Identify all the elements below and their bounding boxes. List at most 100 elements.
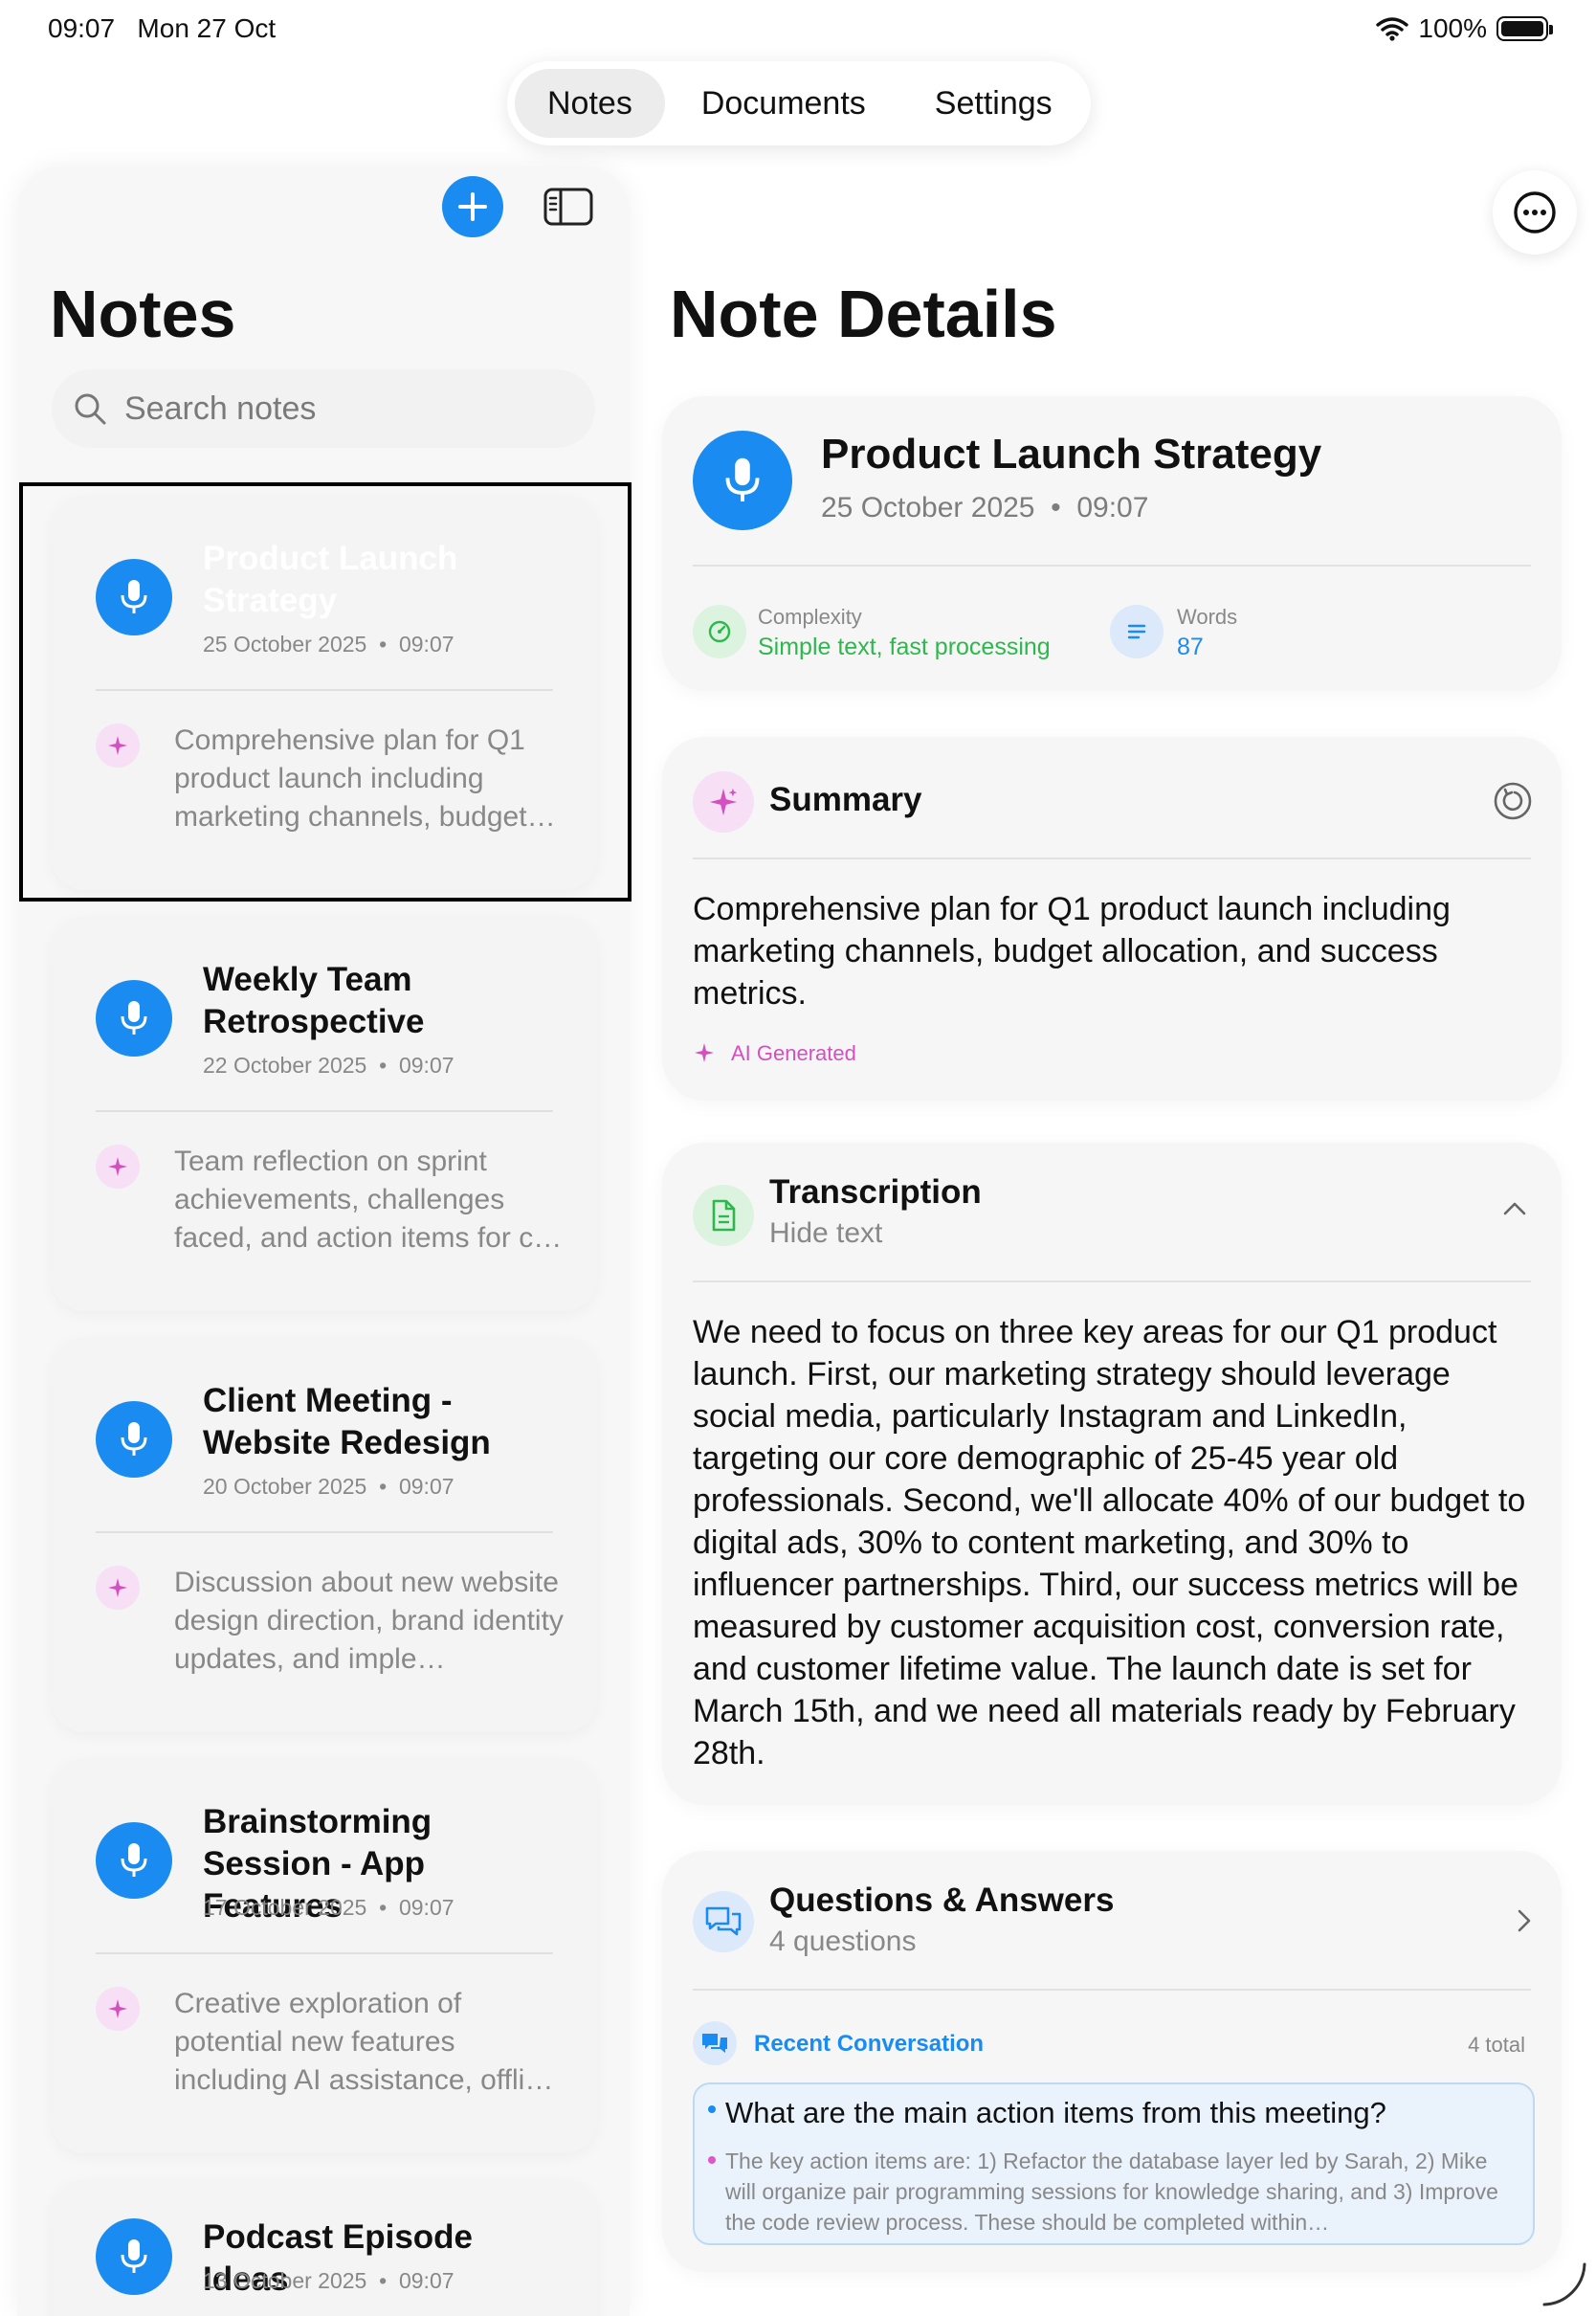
- chevron-up-icon: [1503, 1202, 1526, 1215]
- note-card-product-launch[interactable]: Product Launch Strategy 25 October 2025 …: [52, 496, 597, 890]
- gauge-icon: [708, 620, 731, 643]
- hide-text-toggle[interactable]: Hide text: [769, 1217, 882, 1250]
- complexity-icon-bg: [693, 605, 746, 658]
- transcription-text: We need to focus on three key areas for …: [693, 1314, 1526, 1771]
- note-mic-icon-bg: [96, 980, 172, 1057]
- summary-divider: [693, 857, 1531, 859]
- summary-text: Comprehensive plan for Q1 product launch…: [693, 891, 1451, 1012]
- sparkle-icon: [709, 788, 738, 816]
- status-right: 100%: [1376, 13, 1553, 44]
- note-summary-icon-bg: [96, 1145, 140, 1189]
- note-card-podcast[interactable]: Podcast Episode Ideas 13 October 2025 • …: [52, 2180, 597, 2316]
- note-title: Weekly Team Retrospective: [203, 961, 425, 1040]
- note-divider: [96, 1110, 553, 1112]
- note-detail-time-text: 09:07: [1076, 492, 1149, 523]
- sparkle-icon: [108, 736, 127, 755]
- microphone-icon: [725, 457, 760, 501]
- note-title: Client Meeting - Website Redesign: [203, 1382, 491, 1461]
- note-summary: Team reflection on sprint achievements, …: [174, 1146, 563, 1254]
- regenerate-summary-button[interactable]: [1491, 779, 1535, 823]
- note-divider: [96, 1952, 553, 1954]
- wifi-icon: [1376, 17, 1409, 41]
- status-bar: 09:07 Mon 27 Oct 100%: [0, 0, 1596, 61]
- complexity-label: Complexity: [758, 605, 862, 629]
- conversation-icon: [702, 2034, 727, 2053]
- note-mic-icon-bg: [96, 559, 172, 635]
- qa-total: 4 total: [1468, 2033, 1525, 2057]
- tab-documents[interactable]: Documents: [669, 69, 898, 138]
- words-icon-bg: [1110, 605, 1164, 658]
- plus-icon: [458, 192, 487, 221]
- note-summary: Comprehensive plan for Q1 product launch…: [174, 724, 556, 833]
- transcription-icon-bg: [693, 1185, 754, 1246]
- note-summary-icon-bg: [96, 1987, 140, 2031]
- microphone-icon: [121, 2239, 147, 2273]
- qa-title: Questions & Answers: [769, 1882, 1115, 1919]
- question-bullet: [708, 2105, 716, 2113]
- chevron-right-icon: [1518, 1909, 1531, 1932]
- qa-divider: [693, 1989, 1531, 1991]
- collapse-button[interactable]: [1502, 1200, 1527, 1222]
- answer-bullet: [708, 2156, 716, 2164]
- status-clock: 09:07: [48, 13, 116, 43]
- recent-qa-item[interactable]: What are the main action items from this…: [693, 2082, 1535, 2245]
- note-date: 17 October 2025 • 09:07: [203, 1895, 454, 1920]
- note-summary-icon-bg: [96, 724, 140, 768]
- note-date-text: 22 October 2025: [203, 1053, 367, 1078]
- qa-card[interactable]: Questions & Answers 4 questions Recent C…: [662, 1851, 1562, 2272]
- note-time-text: 09:07: [398, 1474, 454, 1499]
- note-date-text: 13 October 2025: [203, 2268, 367, 2293]
- status-date: Mon 27 Oct: [137, 13, 277, 43]
- tab-notes[interactable]: Notes: [515, 69, 665, 138]
- status-time: 09:07 Mon 27 Oct: [48, 13, 276, 44]
- chat-bubbles-icon: [705, 1906, 742, 1936]
- note-date: 22 October 2025 • 09:07: [203, 1053, 454, 1078]
- sparkle-icon: [108, 1578, 127, 1597]
- hero-divider: [693, 565, 1531, 567]
- battery-percent: 100%: [1418, 13, 1487, 43]
- note-detail-date: 25 October 2025 • 09:07: [821, 492, 1149, 523]
- search-icon: [75, 393, 106, 425]
- note-mic-icon-bg: [96, 1401, 172, 1478]
- recent-conversation-label: Recent Conversation: [754, 2031, 985, 2057]
- note-date-text: 20 October 2025: [203, 1474, 367, 1499]
- ai-generated-badge: AI Generated: [731, 1041, 856, 1065]
- summary-icon-bg: [693, 771, 754, 833]
- microphone-icon: [121, 1843, 147, 1877]
- note-date: 25 October 2025 • 09:07: [203, 632, 454, 657]
- qa-icon-bg: [693, 1891, 754, 1952]
- hero-mic-icon-bg[interactable]: [693, 431, 792, 530]
- microphone-icon: [121, 1001, 147, 1035]
- search-input[interactable]: Search notes: [124, 390, 316, 428]
- note-summary-icon-bg: [96, 1566, 140, 1610]
- qa-open-button[interactable]: [1516, 1908, 1533, 1938]
- note-divider: [96, 689, 553, 691]
- ellipsis-circle-icon: [1514, 191, 1556, 234]
- note-card-brainstorming[interactable]: Brainstorming Session - App Features 17 …: [52, 1759, 597, 2153]
- document-icon: [712, 1199, 736, 1232]
- add-note-button[interactable]: [442, 176, 503, 237]
- summary-card: Summary Comprehensive plan for Q1 produc…: [662, 737, 1562, 1101]
- sidebar-toggle-button[interactable]: [543, 188, 593, 226]
- transcription-card: Transcription Hide text We need to focus…: [662, 1143, 1562, 1805]
- transcription-divider: [693, 1280, 1531, 1282]
- note-card-weekly-retro[interactable]: Weekly Team Retrospective 22 October 202…: [52, 917, 597, 1311]
- note-summary: Creative exploration of potential new fe…: [174, 1988, 554, 2096]
- search-bar[interactable]: Search notes: [52, 369, 595, 448]
- note-card-client-meeting[interactable]: Client Meeting - Website Redesign 20 Oct…: [52, 1338, 597, 1732]
- notes-sidebar: Notes Search notes Product Launch Strate…: [17, 167, 630, 2316]
- note-detail-date-text: 25 October 2025: [821, 492, 1035, 523]
- more-options-button[interactable]: [1493, 170, 1577, 255]
- microphone-icon: [121, 1422, 147, 1456]
- sparkle-icon: [108, 1157, 127, 1176]
- battery-icon: [1496, 16, 1553, 41]
- qa-question: What are the main action items from this…: [725, 2096, 1386, 2129]
- ai-sparkle-icon: [695, 1043, 714, 1062]
- tab-settings[interactable]: Settings: [902, 69, 1085, 138]
- sparkle-icon: [108, 1999, 127, 2018]
- summary-title: Summary: [769, 781, 922, 818]
- refresh-icon: [1494, 782, 1532, 820]
- note-mic-icon-bg: [96, 1822, 172, 1899]
- note-date: 13 October 2025 • 09:07: [203, 2268, 454, 2293]
- qa-answer: The key action items are: 1) Refactor th…: [725, 2149, 1498, 2235]
